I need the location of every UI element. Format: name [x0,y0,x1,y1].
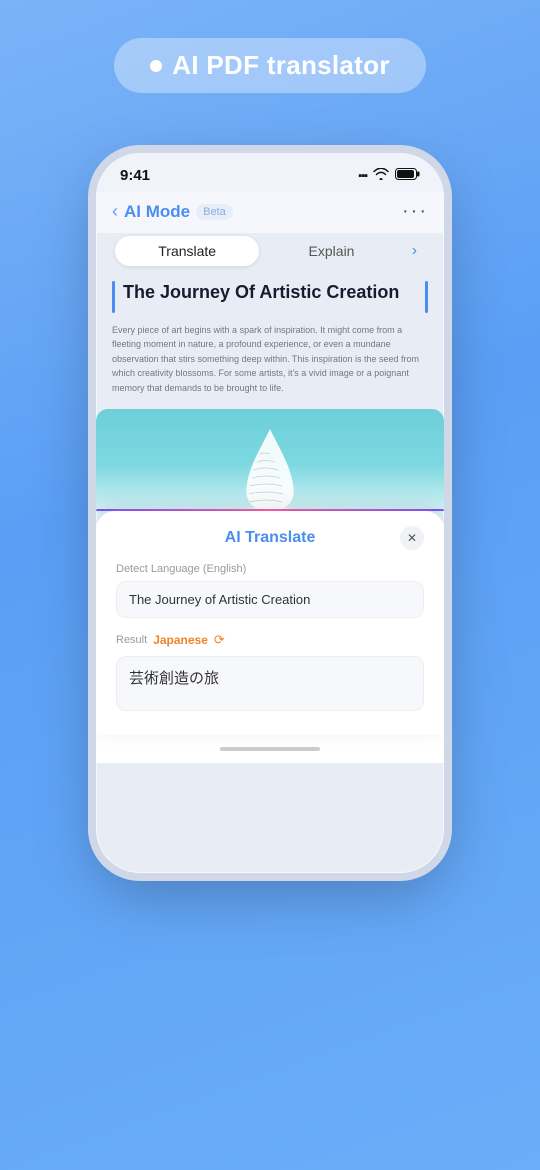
sculpture-icon [225,424,315,519]
home-bar [220,747,320,751]
detect-label: Detect Language (English) [116,563,424,575]
more-icon[interactable]: ··· [402,200,428,223]
home-indicator [96,735,444,763]
dot-icon [150,60,162,72]
translate-close-button[interactable]: ✕ [400,526,424,550]
translate-panel: AI Translate ✕ Detect Language (English)… [96,509,444,735]
wifi-icon [373,168,389,183]
article-image [96,409,444,519]
translate-panel-header: AI Translate ✕ [116,529,424,547]
result-lang[interactable]: Japanese [153,633,208,647]
back-icon[interactable]: ‹ [112,201,118,222]
status-time: 9:41 [120,167,150,184]
translate-panel-title: AI Translate [225,529,316,547]
tab-translate[interactable]: Translate [115,236,259,266]
signal-icon: ▪▪▪ [358,170,367,182]
tab-explain[interactable]: Explain [259,236,403,266]
source-text-box: The Journey of Artistic Creation [116,581,424,618]
nav-bar: ‹ AI Mode Beta ··· [96,192,444,233]
output-text-box: 芸術創造の旅 [116,656,424,711]
title-right-bar [425,281,428,313]
nav-title: AI Mode [124,202,190,222]
nav-badge: Beta [196,204,233,220]
title-left-bar [112,281,115,313]
doc-title: The Journey Of Artistic Creation [123,281,419,304]
result-label: Result [116,634,147,646]
top-pill: AI PDF translator [114,38,425,93]
app-title: AI PDF translator [172,50,389,81]
result-lang-arrow-icon: ⟳ [214,632,225,648]
tab-arrow: › [404,242,425,260]
phone-frame: 9:41 ▪▪▪ ‹ AI Mode Be [96,153,444,873]
doc-content: The Journey Of Artistic Creation Every p… [96,281,444,395]
status-bar: 9:41 ▪▪▪ [96,153,444,192]
doc-body: Every piece of art begins with a spark o… [112,323,428,395]
tab-bar: Translate Explain › [112,233,428,269]
battery-icon [395,168,420,183]
